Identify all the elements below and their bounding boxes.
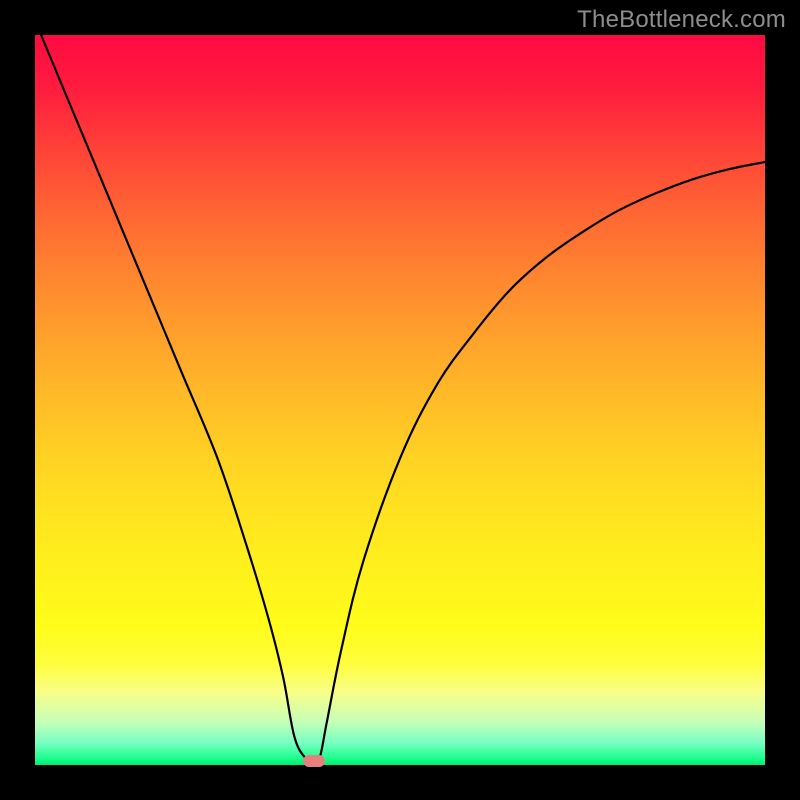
minimum-marker	[303, 755, 325, 767]
curve-path	[35, 35, 765, 762]
bottleneck-curve	[35, 35, 765, 765]
chart-plot-area	[35, 35, 765, 765]
watermark-text: TheBottleneck.com	[577, 6, 786, 34]
